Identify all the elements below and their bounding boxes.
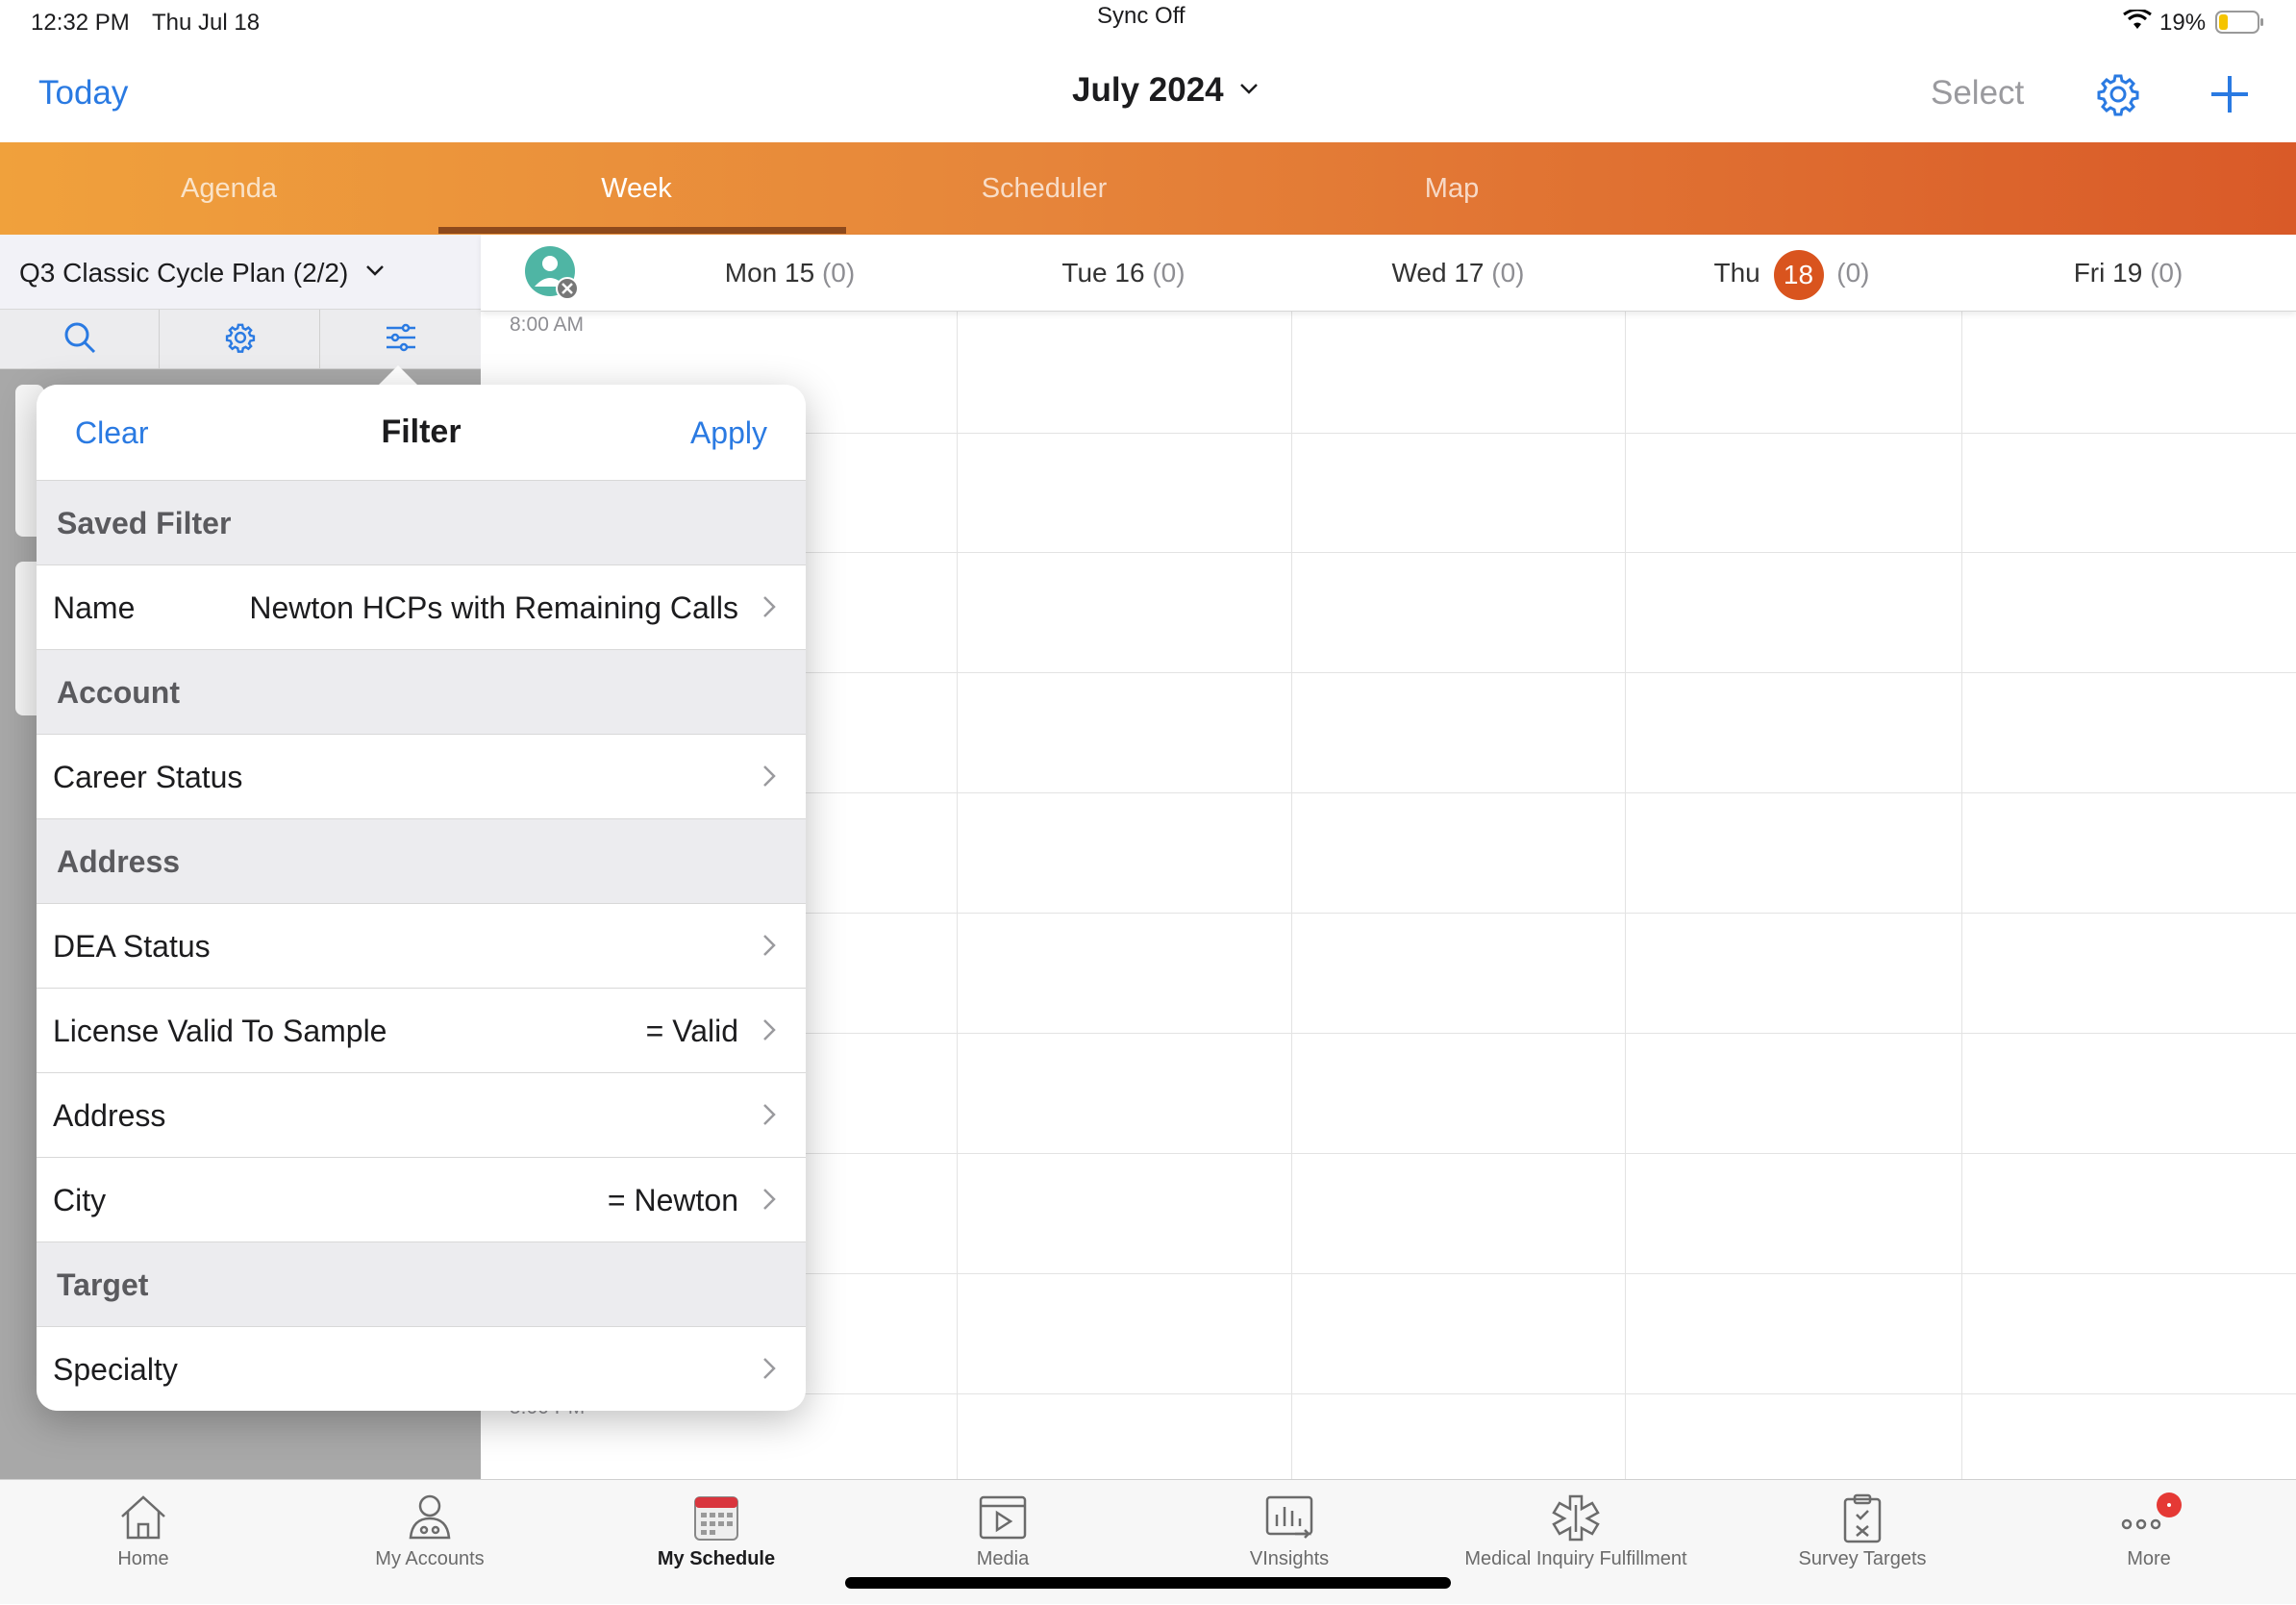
chevron-right-icon	[761, 1356, 777, 1386]
bottom-tab-my-schedule[interactable]: My Schedule	[573, 1480, 860, 1605]
day-header-thu[interactable]: Thu 18 (0)	[1625, 235, 1959, 312]
month-title: July 2024	[1072, 71, 1224, 109]
list-toolbar	[0, 310, 481, 369]
status-date: Thu Jul 18	[152, 10, 261, 36]
day-header-tue[interactable]: Tue 16 (0)	[957, 235, 1290, 312]
active-tab-indicator	[438, 227, 846, 234]
chevron-down-icon	[1239, 82, 1259, 100]
insights-icon	[1262, 1492, 1316, 1548]
filter-header: Clear Filter Apply	[37, 385, 806, 481]
bottom-tab-my-accounts[interactable]: My Accounts	[287, 1480, 573, 1605]
media-icon	[976, 1492, 1030, 1548]
gear-icon	[225, 322, 256, 358]
today-badge: 18	[1773, 249, 1824, 300]
view-tabs: Agenda Week Scheduler Map	[0, 142, 2296, 235]
status-bar: 12:32 PM Thu Jul 18 Sync Off 19%	[0, 0, 2296, 42]
nav-bar: Today July 2024 Select	[0, 42, 2296, 142]
sliders-icon	[385, 323, 417, 357]
month-picker[interactable]: July 2024	[1072, 71, 1259, 110]
apply-button[interactable]: Apply	[690, 415, 767, 451]
chevron-right-icon	[761, 933, 777, 963]
filter-row-specialty[interactable]: Specialty	[37, 1327, 806, 1411]
section-account: Account	[37, 650, 806, 735]
search-icon	[62, 320, 97, 360]
bottom-tab-survey-targets[interactable]: Survey Targets	[1719, 1480, 2006, 1605]
medical-icon	[1549, 1492, 1603, 1548]
tab-scheduler[interactable]: Scheduler	[840, 142, 1248, 235]
select-button[interactable]: Select	[1931, 74, 2024, 113]
popover-arrow	[377, 365, 419, 387]
survey-icon	[1835, 1492, 1889, 1548]
wifi-icon	[2123, 8, 2152, 38]
home-icon	[116, 1492, 170, 1548]
chevron-right-icon	[761, 764, 777, 793]
today-button[interactable]: Today	[38, 74, 128, 113]
section-target: Target	[37, 1242, 806, 1327]
filter-row-address[interactable]: Address	[37, 1073, 806, 1158]
gear-icon[interactable]	[2096, 72, 2140, 121]
chevron-right-icon	[761, 594, 777, 624]
home-indicator[interactable]	[845, 1577, 1451, 1589]
chevron-right-icon	[761, 1102, 777, 1132]
chevron-down-icon	[365, 263, 385, 282]
filter-popover: Clear Filter Apply Saved Filter Name New…	[37, 385, 806, 1411]
search-button[interactable]	[0, 310, 160, 369]
section-address: Address	[37, 819, 806, 904]
user-avatar-icon[interactable]	[523, 244, 581, 307]
accounts-icon	[403, 1492, 457, 1548]
time-label: 8:00 AM	[510, 313, 585, 336]
day-header-mon[interactable]: Mon 15 (0)	[623, 235, 957, 312]
day-header-fri[interactable]: Fri 19 (0)	[1961, 235, 2295, 312]
tab-map[interactable]: Map	[1248, 142, 1656, 235]
more-icon	[2115, 1492, 2183, 1548]
filter-row-name[interactable]: Name Newton HCPs with Remaining Calls	[37, 565, 806, 650]
chevron-right-icon	[761, 1187, 777, 1216]
filter-row-license[interactable]: License Valid To Sample = Valid	[37, 989, 806, 1073]
status-time: 12:32 PM	[31, 10, 130, 36]
filter-row-city[interactable]: City = Newton	[37, 1158, 806, 1242]
bottom-tab-medical-inquiry[interactable]: Medical Inquiry Fulfillment	[1433, 1480, 1719, 1605]
battery-icon	[2215, 11, 2265, 40]
add-icon[interactable]	[2208, 72, 2252, 121]
bottom-tab-home[interactable]: Home	[0, 1480, 287, 1605]
sync-status: Sync Off	[1097, 3, 1185, 29]
day-header-wed[interactable]: Wed 17 (0)	[1291, 235, 1625, 312]
cycle-plan-label: Q3 Classic Cycle Plan (2/2)	[19, 258, 349, 288]
filter-row-career-status[interactable]: Career Status	[37, 735, 806, 819]
bottom-tab-more[interactable]: More	[2006, 1480, 2292, 1605]
tab-agenda[interactable]: Agenda	[25, 142, 433, 235]
filter-button[interactable]	[321, 310, 481, 369]
section-saved-filter: Saved Filter	[37, 481, 806, 565]
filter-row-dea-status[interactable]: DEA Status	[37, 904, 806, 989]
tab-week[interactable]: Week	[433, 142, 840, 235]
cycle-plan-selector[interactable]: Q3 Classic Cycle Plan (2/2)	[0, 235, 481, 310]
calendar-icon	[689, 1492, 743, 1548]
battery-percent: 19%	[2159, 10, 2207, 36]
chevron-right-icon	[761, 1017, 777, 1047]
week-day-header: Mon 15 (0) Tue 16 (0) Wed 17 (0) Thu 18 …	[481, 235, 2296, 312]
list-settings-button[interactable]	[161, 310, 320, 369]
